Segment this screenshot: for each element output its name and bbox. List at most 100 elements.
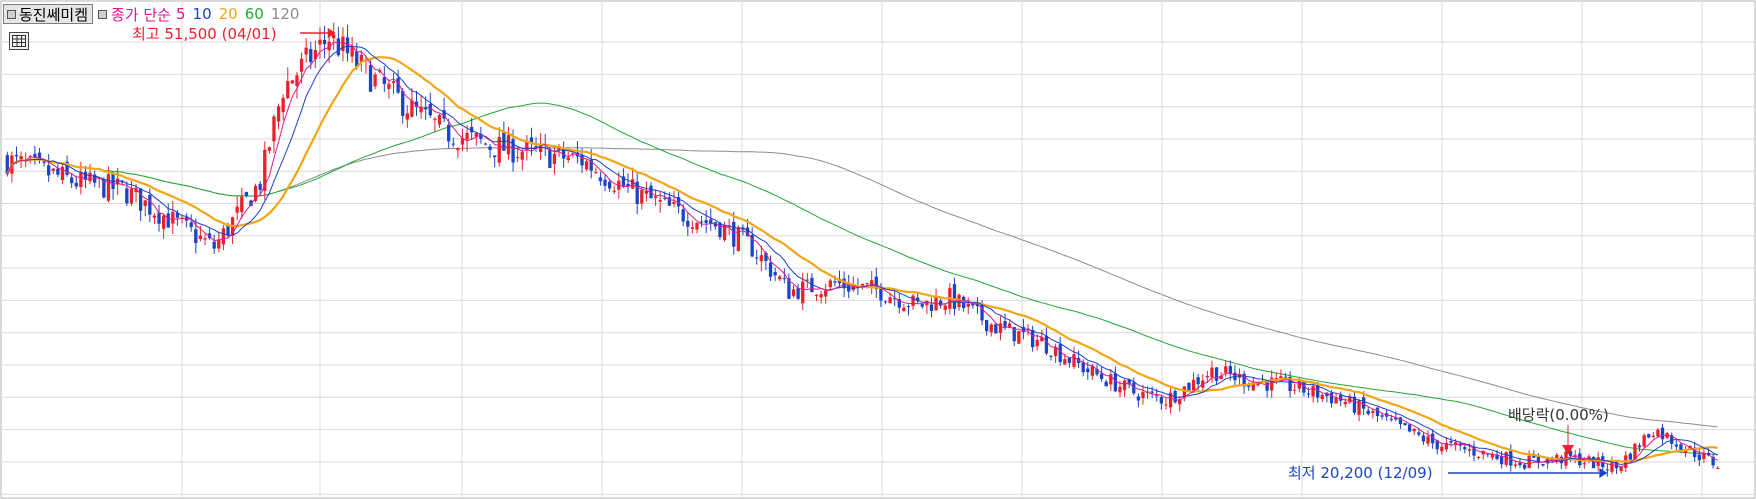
candle-body	[1297, 380, 1301, 389]
candle-body	[79, 172, 83, 188]
candle-body	[989, 324, 993, 333]
candle-body	[336, 38, 340, 56]
candle-body	[1044, 335, 1049, 354]
candle-body	[511, 139, 515, 163]
candle-body	[304, 47, 308, 55]
candle-body	[1697, 454, 1701, 461]
candle-body	[778, 276, 782, 280]
ma20-path	[6, 56, 1718, 463]
chart-grid	[0, 0, 1756, 499]
candle-body	[865, 283, 869, 285]
candle-body	[1674, 444, 1678, 447]
candle-body	[603, 179, 607, 186]
ma120-label: 120	[270, 5, 300, 23]
candle-body	[598, 177, 603, 182]
candle-body	[171, 211, 175, 224]
candle-body	[299, 58, 304, 72]
candle-body	[203, 238, 207, 240]
candle-body	[1187, 382, 1191, 391]
candle-body	[1104, 381, 1108, 387]
high-label: 최고 51,500 (04/01)	[132, 25, 277, 43]
candle-body	[630, 179, 635, 189]
candle-body	[1440, 446, 1444, 452]
candle-body	[129, 188, 134, 204]
candle-body	[1366, 410, 1370, 415]
candle-body	[1362, 397, 1366, 409]
ma10-path	[6, 45, 1718, 466]
candle-body	[1426, 436, 1430, 444]
candle-body	[1628, 453, 1632, 460]
candle-body	[1090, 366, 1095, 376]
candle-body	[51, 168, 55, 171]
candle-body	[690, 227, 695, 229]
candle-body	[1214, 367, 1219, 381]
candle-body	[161, 215, 166, 229]
candle-body	[244, 192, 249, 196]
candle-body	[322, 39, 327, 45]
candle-body	[221, 228, 226, 245]
candle-body	[952, 284, 957, 309]
candle-body	[19, 156, 23, 160]
candle-body	[267, 147, 272, 151]
ma-settings-icon[interactable]	[98, 9, 108, 19]
candle-body	[437, 115, 442, 125]
candle-body	[814, 294, 819, 297]
candle-body	[1306, 393, 1311, 395]
candle-body	[350, 46, 354, 57]
candle-body	[584, 161, 589, 170]
candle-body	[451, 143, 455, 145]
candle-body	[493, 155, 497, 158]
candle-body	[801, 281, 805, 304]
candle-body	[235, 206, 239, 213]
candle-body	[796, 287, 800, 299]
candle-body	[1017, 330, 1021, 344]
candle-body	[773, 272, 777, 276]
candle-body	[782, 278, 786, 280]
ma10-label: 10	[192, 5, 212, 23]
candle-body	[612, 190, 616, 192]
candle-body	[736, 227, 741, 252]
candle-body	[1343, 401, 1347, 405]
candle-body	[1375, 407, 1380, 417]
table-view-button[interactable]	[9, 32, 29, 50]
candle-body	[157, 212, 161, 224]
candle-body	[681, 209, 685, 222]
candle-body	[1522, 464, 1527, 469]
candle-body	[1210, 367, 1214, 378]
ma5-line	[6, 41, 1718, 468]
candle-body	[1412, 428, 1416, 432]
candle-body	[382, 77, 386, 84]
stock-selector[interactable]: 동진쎄미켐	[3, 4, 94, 24]
candle-body	[1063, 359, 1067, 365]
candle-body	[166, 213, 170, 228]
candle-body	[1150, 391, 1154, 393]
candle-body	[276, 106, 281, 122]
candle-body	[88, 172, 92, 182]
dividend-annotation: 배당락(0.00%)	[1508, 404, 1609, 425]
candle-body	[1371, 411, 1375, 414]
dividend-label: 배당락(0.00%)	[1508, 406, 1609, 424]
candle-body	[759, 255, 764, 262]
candle-body	[405, 113, 409, 120]
candle-body	[699, 221, 704, 223]
candle-body	[286, 80, 290, 99]
candle-body	[368, 65, 373, 92]
candle-body	[1205, 375, 1209, 378]
candle-body	[217, 239, 221, 249]
candle-body	[1527, 455, 1531, 469]
candle-body	[1513, 464, 1518, 466]
candle-body	[644, 190, 649, 194]
candle-body	[1637, 445, 1642, 448]
candle-body	[1407, 424, 1412, 432]
candle-body	[548, 149, 552, 168]
candle-body	[943, 305, 947, 310]
ma10-line	[6, 45, 1718, 466]
candle-body	[1086, 368, 1090, 373]
candle-body	[290, 80, 295, 84]
price-chart[interactable]	[0, 0, 1756, 499]
high-annotation: 최고 51,500 (04/01)	[132, 23, 277, 44]
candle-body	[1605, 469, 1610, 471]
candle-body	[672, 201, 676, 204]
candle-body	[911, 295, 915, 306]
candle-body	[1656, 429, 1660, 437]
